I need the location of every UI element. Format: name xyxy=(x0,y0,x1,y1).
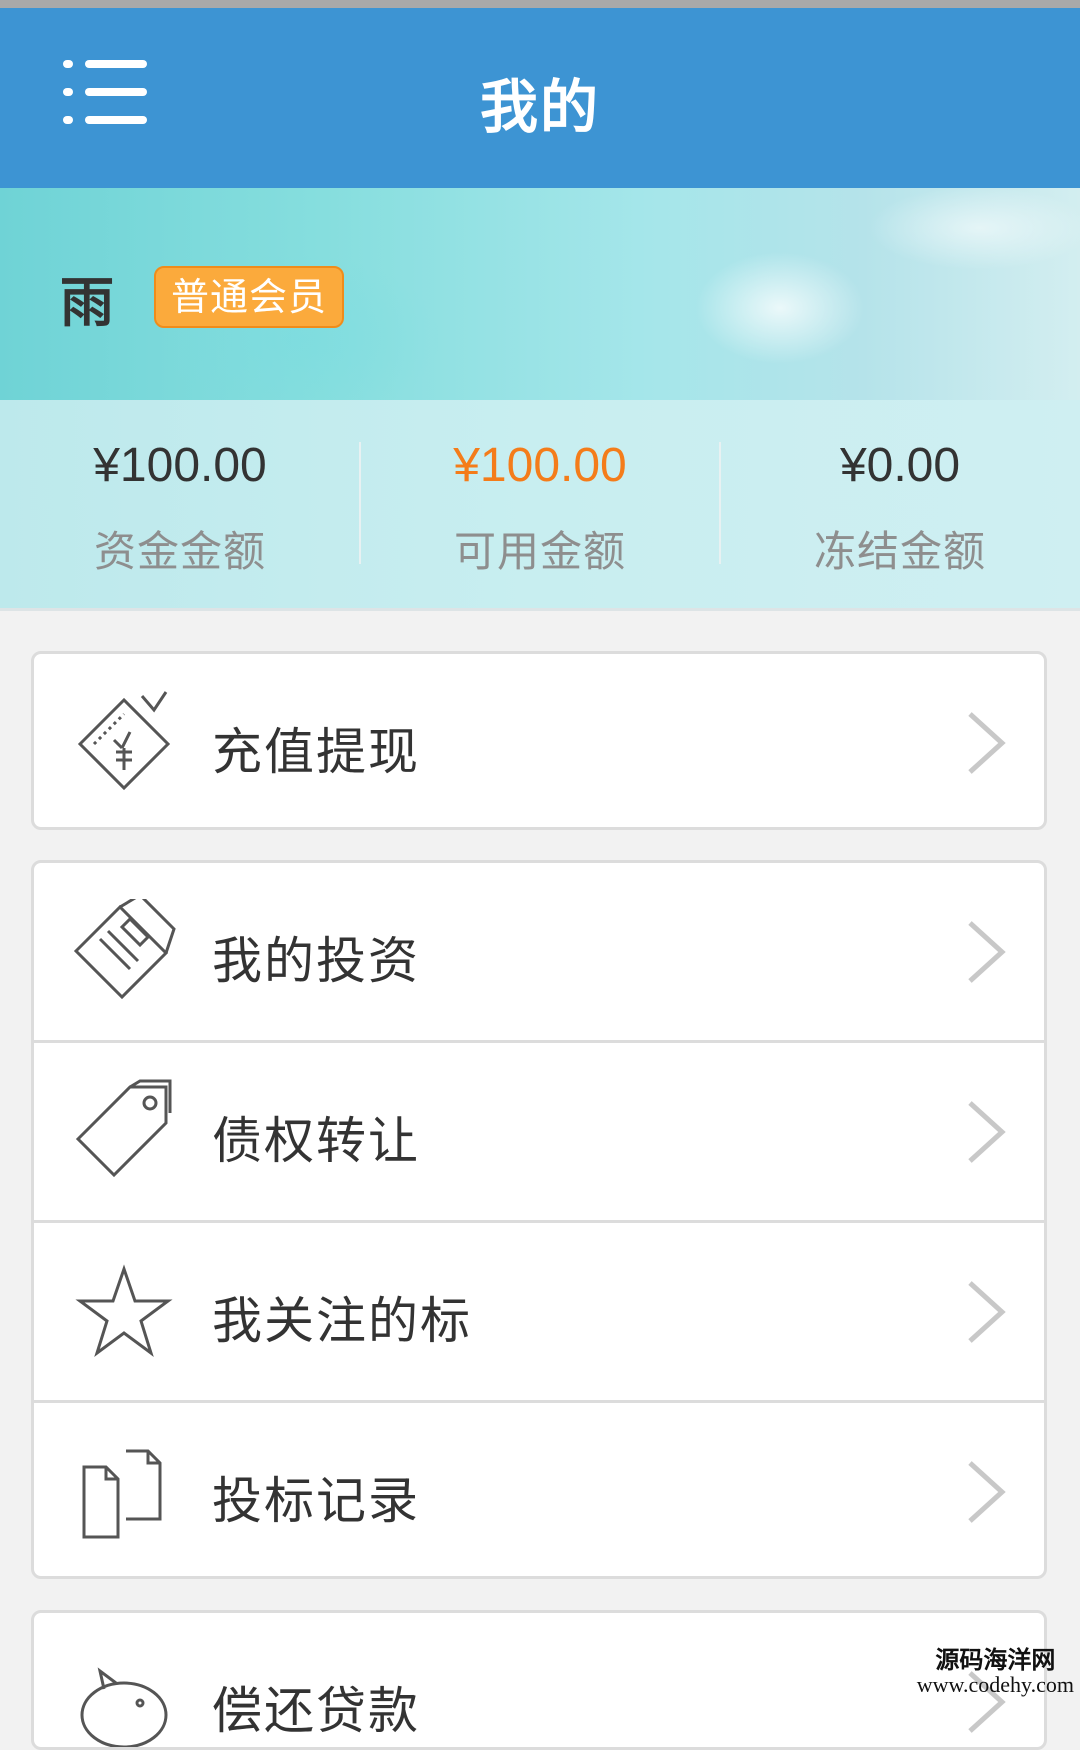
chevron-right-icon xyxy=(968,921,1006,983)
chevron-right-icon xyxy=(968,1281,1006,1343)
watermark: 源码海洋网 www.codehy.com xyxy=(916,1646,1074,1698)
username: 雨 xyxy=(60,271,114,334)
watermark-text: 源码海洋网 xyxy=(935,1646,1056,1674)
menu-item-label: 债权转让 xyxy=(212,1112,420,1170)
recharge-card: 充值提现 xyxy=(31,651,1047,830)
stat-amount: ¥100.00 xyxy=(453,439,627,492)
stat-frozen-funds[interactable]: ¥0.00 冻结金额 xyxy=(720,400,1080,608)
member-badge: 普通会员 xyxy=(154,266,344,328)
chevron-right-icon xyxy=(968,712,1006,774)
status-strip xyxy=(0,0,1080,8)
star-icon xyxy=(75,1264,173,1357)
menu-item-my-investment[interactable]: 我的投资 xyxy=(34,863,1044,1040)
documents-icon xyxy=(82,1449,162,1539)
menu-item-bid-records[interactable]: 投标记录 xyxy=(34,1403,1044,1576)
stat-label: 可用金额 xyxy=(453,527,626,576)
stat-label: 资金金额 xyxy=(93,527,266,576)
watermark-url: www.codehy.com xyxy=(916,1672,1074,1698)
menu-item-label: 投标记录 xyxy=(212,1472,420,1530)
app-bar: 我的 xyxy=(0,8,1080,188)
investment-menu-card: 我的投资 债权转让 我关注的标 投标记录 xyxy=(31,860,1047,1579)
piggy-bank-icon xyxy=(80,1667,168,1747)
stat-amount: ¥0.00 xyxy=(839,439,961,492)
loan-menu-card: 偿还贷款 xyxy=(31,1610,1047,1750)
menu-item-label: 充值提现 xyxy=(212,723,420,781)
stat-amount: ¥100.00 xyxy=(93,439,267,492)
menu-item-watched-bids[interactable]: 我关注的标 xyxy=(34,1223,1044,1400)
balance-stats: ¥100.00 资金金额 ¥100.00 可用金额 ¥0.00 冻结金额 xyxy=(0,400,1080,611)
menu-item-recharge-withdraw[interactable]: 充值提现 xyxy=(34,654,1044,827)
page-title: 我的 xyxy=(479,73,600,141)
menu-item-label: 偿还贷款 xyxy=(212,1682,420,1740)
menu-item-repay-loan[interactable]: 偿还贷款 xyxy=(34,1613,1044,1747)
menu-item-debt-transfer[interactable]: 债权转让 xyxy=(34,1043,1044,1220)
menu-item-label: 我的投资 xyxy=(212,932,420,990)
profile-banner: 雨 普通会员 xyxy=(0,188,1080,400)
chevron-right-icon xyxy=(968,1461,1006,1523)
stat-available-funds[interactable]: ¥100.00 可用金额 xyxy=(360,400,720,608)
tag-icon xyxy=(75,1079,172,1178)
stat-total-funds[interactable]: ¥100.00 资金金额 xyxy=(0,400,360,608)
voucher-icon xyxy=(77,691,171,791)
menu-item-label: 我关注的标 xyxy=(212,1292,472,1350)
stat-label: 冻结金额 xyxy=(813,527,986,576)
cards-icon xyxy=(73,899,176,1000)
chevron-right-icon xyxy=(968,1101,1006,1163)
